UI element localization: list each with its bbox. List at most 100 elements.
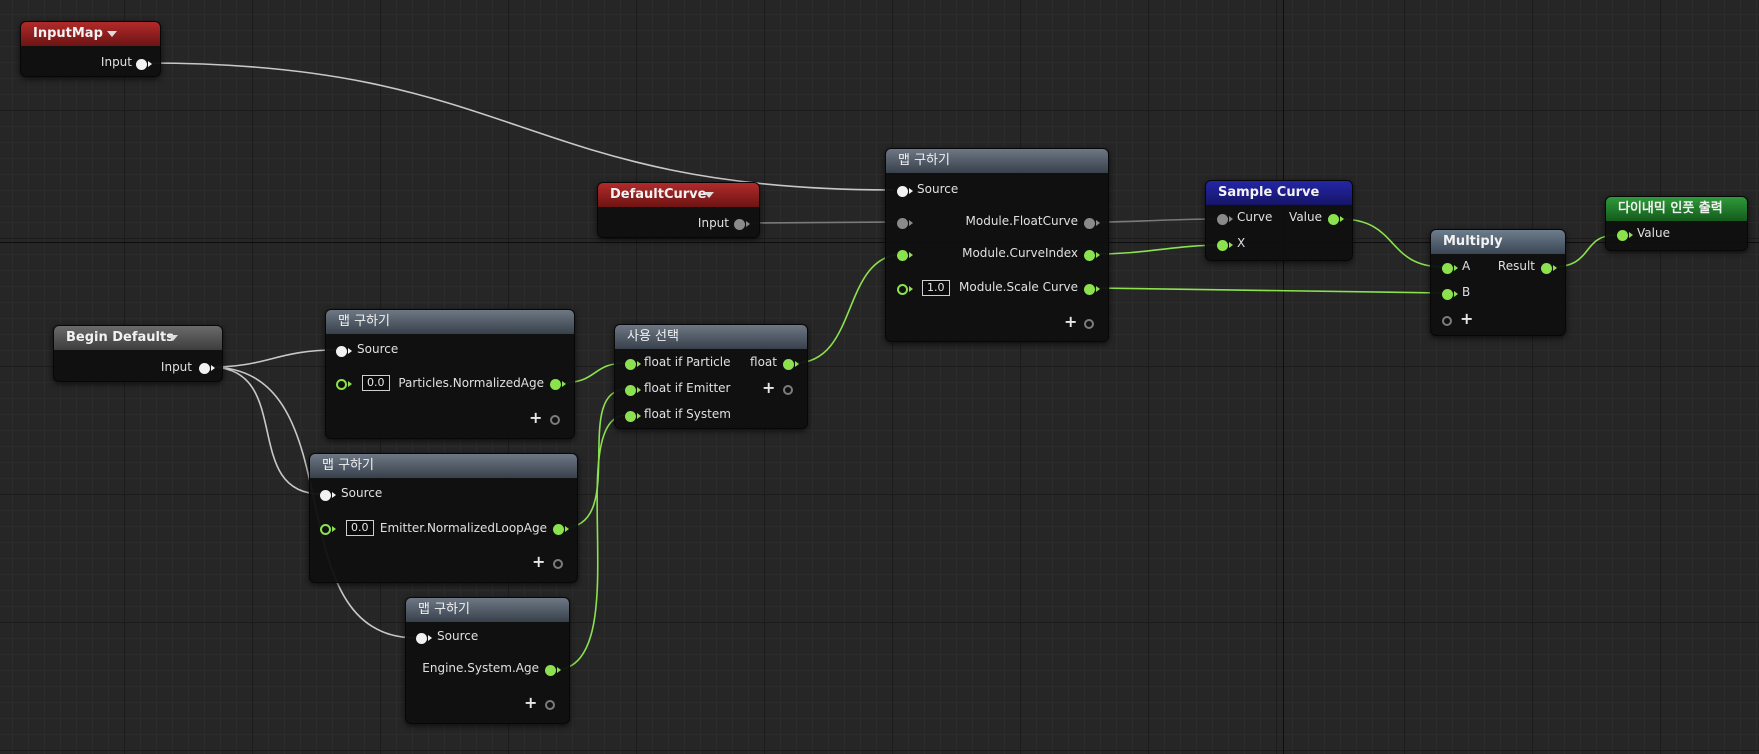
dropdown-arrow-icon[interactable]	[704, 192, 714, 198]
pin-arrow-icon	[746, 221, 750, 227]
node-map-get-emitter[interactable]: 맵 구하기 Source 0.0 Emitter.NormalizedLoopA…	[309, 453, 578, 583]
node-header[interactable]: InputMap	[21, 22, 160, 46]
pin-arrow-icon	[909, 188, 913, 194]
wire-value-to-a[interactable]	[1339, 218, 1445, 268]
pin-label-output: Engine.System.Age	[422, 661, 539, 675]
node-header[interactable]: 다이내믹 인풋 출력	[1606, 197, 1747, 221]
add-pin-icon[interactable]: +	[1460, 311, 1473, 327]
input-pin-value[interactable]	[1617, 230, 1628, 241]
pin-label-b: B	[1462, 285, 1471, 299]
output-pin[interactable]	[199, 363, 210, 374]
input-pin-a[interactable]	[1442, 263, 1453, 274]
output-pin[interactable]	[545, 665, 556, 676]
pin-arrow-icon	[1229, 242, 1233, 248]
node-title: Begin Defaults	[66, 330, 174, 345]
node-dynamic-input-output[interactable]: 다이내믹 인풋 출력 Value	[1605, 196, 1748, 251]
add-pin-icon[interactable]: +	[524, 695, 537, 711]
input-pin-system[interactable]	[625, 411, 636, 422]
pin-arrow-icon	[637, 387, 641, 393]
add-pin-icon[interactable]: +	[529, 410, 542, 426]
node-header[interactable]: 맵 구하기	[406, 598, 569, 622]
pin-label-source: Source	[341, 486, 383, 500]
wire-floatcurve-to-curve[interactable]	[1092, 218, 1217, 223]
input-pin-source[interactable]	[320, 490, 331, 501]
add-pin-socket[interactable]	[1442, 316, 1452, 326]
output-pin[interactable]	[553, 524, 564, 535]
pin-label-curveindex: Module.CurveIndex	[962, 246, 1078, 260]
input-pin-curveindex[interactable]	[897, 250, 908, 261]
output-pin[interactable]	[734, 219, 745, 230]
pin-arrow-icon	[148, 61, 152, 67]
node-header[interactable]: DefaultCurve	[598, 183, 759, 207]
add-pin-icon[interactable]: +	[762, 380, 775, 396]
scale-default-field[interactable]: 1.0	[922, 280, 950, 296]
add-pin-socket[interactable]	[1084, 319, 1094, 329]
node-begin-defaults[interactable]: Begin Defaults Input	[53, 325, 223, 382]
wire-beginDefaults-to-particles[interactable]	[209, 349, 338, 368]
add-pin-socket[interactable]	[783, 385, 793, 395]
node-map-get-particles[interactable]: 맵 구하기 Source 0.0 Particles.NormalizedAge…	[325, 309, 575, 439]
node-multiply[interactable]: Multiply A Result B +	[1430, 229, 1566, 336]
input-pin-particle[interactable]	[625, 359, 636, 370]
output-pin-floatcurve[interactable]	[1084, 218, 1095, 229]
wire-inputmap-to-source[interactable]	[147, 62, 895, 191]
input-pin-default[interactable]	[336, 379, 347, 390]
node-header[interactable]: 맵 구하기	[326, 310, 574, 334]
add-pin-icon[interactable]: +	[1064, 314, 1077, 330]
default-value-field[interactable]: 0.0	[346, 520, 374, 536]
pin-label-source: Source	[357, 342, 399, 356]
node-title: 사용 선택	[627, 329, 679, 344]
add-pin-socket[interactable]	[550, 415, 560, 425]
node-map-get-module[interactable]: 맵 구하기 Source Module.FloatCurve Module.Cu…	[885, 148, 1109, 342]
pin-label-input: Input	[697, 216, 729, 230]
add-pin-socket[interactable]	[545, 700, 555, 710]
pin-label-scalecurve: Module.Scale Curve	[959, 280, 1078, 294]
dropdown-arrow-icon[interactable]	[107, 31, 117, 37]
node-sample-curve[interactable]: Sample Curve Curve Value X	[1205, 180, 1353, 261]
output-pin[interactable]	[550, 379, 561, 390]
pin-label-float: float	[750, 355, 777, 369]
input-pin-x[interactable]	[1217, 240, 1228, 251]
output-pin-scalecurve[interactable]	[1084, 284, 1095, 295]
add-pin-socket[interactable]	[553, 559, 563, 569]
pin-label-floatcurve: Module.FloatCurve	[965, 214, 1079, 228]
input-pin-floatcurve[interactable]	[897, 218, 908, 229]
output-pin[interactable]	[136, 59, 147, 70]
pin-arrow-icon	[1454, 291, 1458, 297]
pin-arrow-icon	[1096, 252, 1100, 258]
default-value-field[interactable]: 0.0	[362, 375, 390, 391]
input-pin-scale[interactable]	[897, 284, 908, 295]
input-pin-b[interactable]	[1442, 289, 1453, 300]
pin-arrow-icon	[348, 348, 352, 354]
node-header[interactable]: Sample Curve	[1206, 181, 1352, 205]
node-header[interactable]: 사용 선택	[615, 325, 807, 349]
input-pin-curve[interactable]	[1217, 214, 1228, 225]
node-input-map[interactable]: InputMap Input	[20, 21, 161, 77]
pin-arrow-icon	[795, 361, 799, 367]
node-header[interactable]: 맵 구하기	[310, 454, 577, 478]
input-pin-source[interactable]	[416, 633, 427, 644]
node-select-by-usage[interactable]: 사용 선택 float if Particle float float if E…	[614, 324, 808, 429]
wire-scalecurve-to-b[interactable]	[1094, 287, 1445, 294]
add-pin-icon[interactable]: +	[532, 554, 545, 570]
wire-defaultcurve-to-floatcurve-in[interactable]	[745, 221, 896, 224]
pin-label-a: A	[1462, 259, 1471, 273]
node-default-curve[interactable]: DefaultCurve Input	[597, 182, 760, 238]
output-pin[interactable]	[783, 359, 794, 370]
input-pin-source[interactable]	[897, 186, 908, 197]
input-pin-default[interactable]	[320, 524, 331, 535]
output-pin[interactable]	[1541, 263, 1552, 274]
dropdown-arrow-icon[interactable]	[168, 335, 178, 341]
node-header[interactable]: 맵 구하기	[886, 149, 1108, 173]
pin-arrow-icon	[637, 413, 641, 419]
node-header[interactable]: Multiply	[1431, 230, 1565, 254]
pin-arrow-icon	[1454, 265, 1458, 271]
output-pin[interactable]	[1328, 214, 1339, 225]
pin-arrow-icon	[562, 381, 566, 387]
node-map-get-engine[interactable]: 맵 구하기 Source Engine.System.Age +	[405, 597, 570, 724]
pin-label-value: Value	[1637, 226, 1670, 240]
node-header[interactable]: Begin Defaults	[54, 326, 222, 350]
input-pin-source[interactable]	[336, 346, 347, 357]
output-pin-curveindex[interactable]	[1084, 250, 1095, 261]
input-pin-emitter[interactable]	[625, 385, 636, 396]
